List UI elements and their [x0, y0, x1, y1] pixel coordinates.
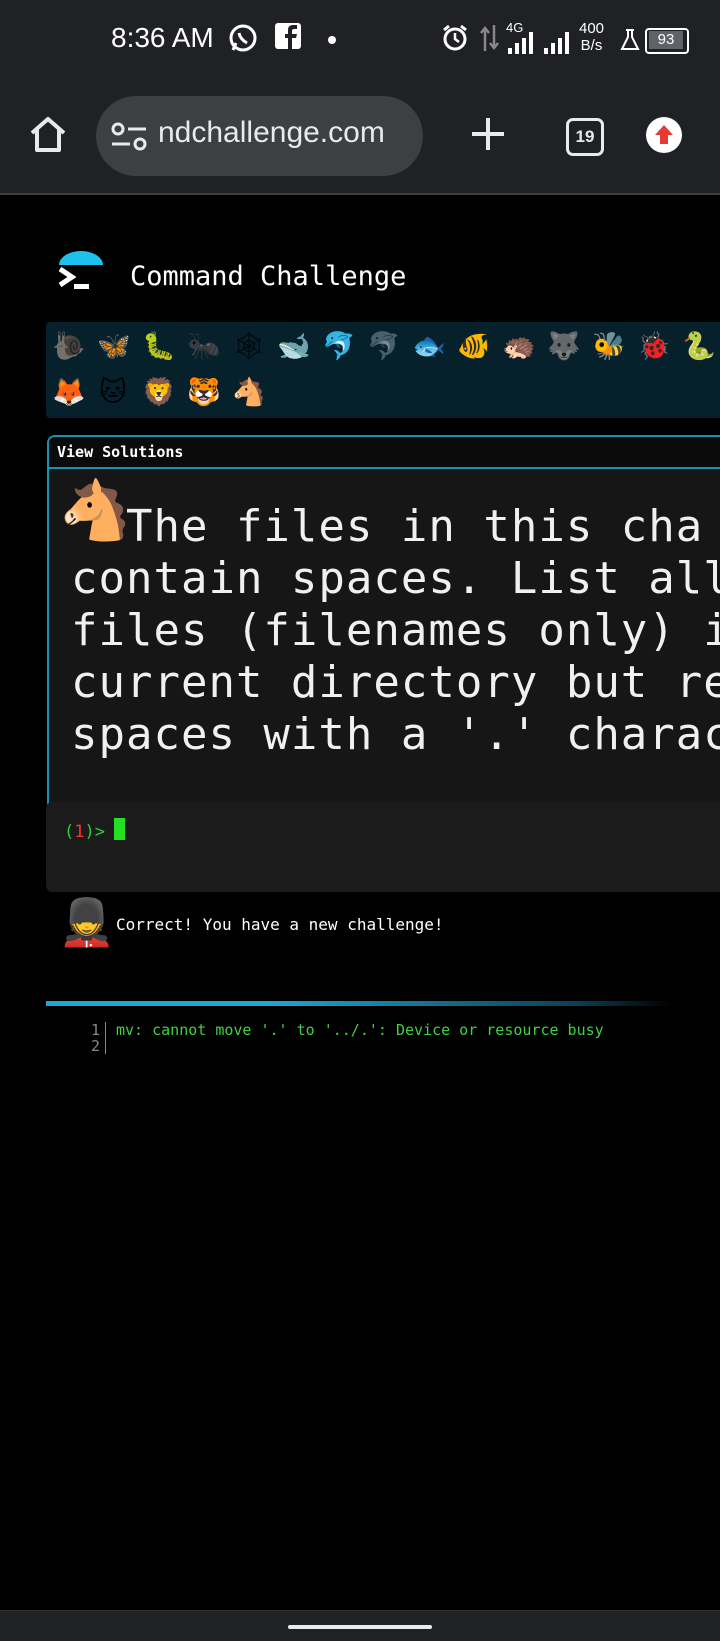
challenge-line: files (filenames only) i	[71, 605, 720, 656]
animal-badge[interactable]: 🦊	[52, 378, 86, 408]
panel-header: View Solutions	[49, 437, 720, 469]
update-button[interactable]	[646, 117, 682, 153]
guard-mascot-icon: 💂	[58, 895, 116, 949]
animal-badge[interactable]: 🐯	[187, 378, 221, 408]
challenge-description: The files in this cha contain spaces. Lis…	[71, 501, 720, 761]
challenge-panel: View Solutions 🐴 The files in this cha co…	[47, 435, 720, 819]
tab-switcher-button[interactable]: 19	[566, 118, 604, 156]
result-message: Correct! You have a new challenge!	[116, 915, 444, 934]
home-button[interactable]	[26, 112, 70, 156]
data-speed-value: 400	[579, 20, 605, 37]
animal-badge[interactable]: 🕸	[232, 332, 266, 362]
app-title: Command Challenge	[130, 261, 407, 292]
battery-level: 93	[649, 31, 683, 49]
arrow-up-icon	[655, 125, 673, 144]
terminal-input[interactable]: (1)>	[46, 802, 720, 892]
prompt-close: )>	[84, 822, 105, 842]
animal-badge[interactable]: 🐌	[52, 332, 86, 362]
home-icon	[30, 117, 66, 152]
flask-icon	[620, 28, 640, 56]
whatsapp-icon	[228, 23, 258, 57]
animal-badge[interactable]: 🦁	[142, 378, 176, 408]
animal-badge[interactable]: 🐟	[412, 332, 446, 362]
view-solutions-link[interactable]: View Solutions	[57, 443, 183, 461]
data-speed-unit: B/s	[580, 37, 603, 54]
gesture-handle[interactable]	[288, 1625, 432, 1629]
animal-badge[interactable]: 🦔	[502, 332, 536, 362]
signal-icon	[508, 32, 576, 58]
animal-badge[interactable]: 🐝	[592, 332, 626, 362]
animal-badge[interactable]: 🐜	[187, 332, 221, 362]
address-bar[interactable]: ndchallenge.com	[96, 96, 423, 176]
animal-badge[interactable]: 🐍	[682, 332, 716, 362]
animal-badge[interactable]: 🐋	[277, 332, 311, 362]
challenge-line: current directory but re	[71, 657, 720, 708]
challenge-line: spaces with a '.' charac	[71, 709, 720, 760]
challenge-line: contain spaces. List all	[71, 553, 720, 604]
page-content: Command Challenge 🐌 🦋 🐛 🐜 🕸 🐋 🐬 🐬 🐟 🐠 🦔 …	[0, 195, 720, 1610]
gutter-line	[105, 1022, 106, 1054]
data-arrows-icon	[480, 23, 500, 57]
new-tab-button[interactable]	[468, 114, 508, 158]
clock: 8:36 AM	[111, 22, 214, 53]
terminal-logo-icon	[58, 251, 103, 289]
line-number: 1	[90, 1021, 100, 1039]
battery-icon: 93	[645, 28, 689, 54]
output-line: mv: cannot move '.' to '../.': Device or…	[116, 1021, 604, 1039]
status-bar: 8:36 AM 4G 400 B/s 93	[0, 0, 720, 82]
animal-badge[interactable]: 🐬	[367, 332, 401, 362]
challenge-progress-animals: 🐌 🦋 🐛 🐜 🕸 🐋 🐬 🐬 🐟 🐠 🦔 🐺 🐝 🐞 🐍 🦊 🐱 🦁 🐯 🐴	[46, 322, 720, 418]
animal-badge[interactable]: 🐱	[97, 378, 129, 408]
plus-icon	[472, 118, 504, 150]
browser-toolbar: ndchallenge.com 19	[0, 82, 720, 195]
logo	[56, 251, 106, 301]
challenge-line: The files in this cha	[71, 501, 704, 552]
prompt-open: (	[64, 822, 75, 842]
alarm-icon	[440, 23, 470, 57]
divider	[46, 1001, 672, 1006]
data-speed: 400 B/s	[579, 20, 604, 54]
prompt-number: 1	[74, 822, 85, 842]
site-settings-icon[interactable]	[110, 122, 150, 156]
line-number: 2	[90, 1037, 100, 1055]
animal-badge[interactable]: 🐠	[457, 332, 491, 362]
text-cursor	[114, 818, 125, 840]
animal-badge[interactable]: 🦋	[97, 332, 131, 362]
animal-badge[interactable]: 🐞	[637, 332, 671, 362]
url-text: ndchallenge.com	[158, 116, 385, 149]
animal-badge[interactable]: 🐴	[232, 378, 266, 408]
animal-badge[interactable]: 🐛	[142, 332, 176, 362]
notification-dot-icon	[328, 36, 336, 44]
prompt: (1)>	[64, 822, 105, 842]
animal-badge[interactable]: 🐺	[547, 332, 581, 362]
facebook-icon	[275, 23, 301, 53]
animal-badge[interactable]: 🐬	[322, 332, 356, 362]
navigation-bar	[0, 1610, 720, 1641]
